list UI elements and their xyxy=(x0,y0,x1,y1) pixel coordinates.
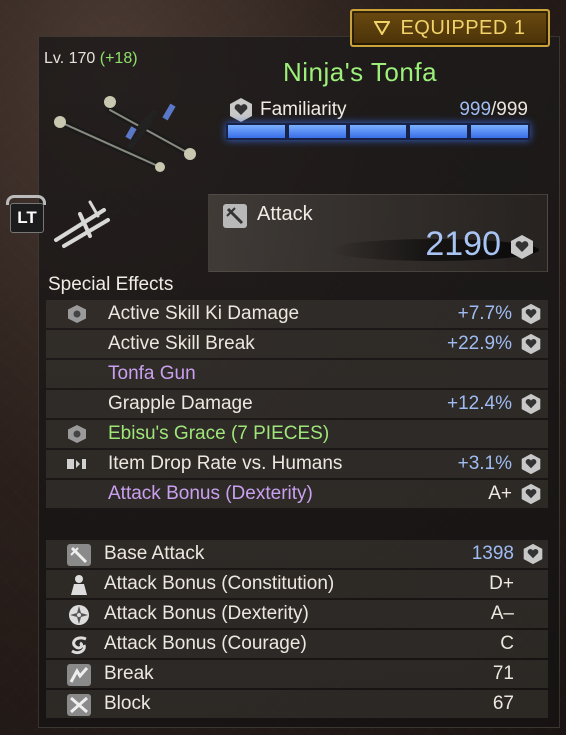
hexagon-icon xyxy=(66,424,88,444)
weapon-level: Lv. 170 (+18) xyxy=(44,50,138,68)
special-effect-row[interactable]: Active Skill Ki Damage +7.7% xyxy=(46,300,548,328)
mask-icon xyxy=(66,454,88,474)
break-icon xyxy=(66,663,92,687)
stat-row[interactable]: Attack Bonus (Courage) C xyxy=(46,630,548,658)
stat-row[interactable]: Base Attack 1398 xyxy=(46,540,548,568)
stat-value: 67 xyxy=(492,693,514,714)
attack-box: Attack 2190 xyxy=(208,194,548,272)
stat-label: Attack Bonus (Dexterity) xyxy=(104,603,309,624)
weapon-name: Ninja's Tonfa xyxy=(282,57,438,87)
familiarity-segment xyxy=(288,125,346,138)
special-effect-value: +22.9% xyxy=(447,333,512,354)
hexagon-icon xyxy=(66,304,88,324)
special-effect-value: A+ xyxy=(488,483,512,504)
level-bonus: (+18) xyxy=(99,50,138,67)
heart-badge-icon xyxy=(511,235,533,259)
special-effects-title: Special Effects xyxy=(48,274,174,295)
familiarity-row: Familiarity 999/999 xyxy=(228,96,528,124)
familiarity-segment xyxy=(410,125,468,138)
stat-label: Attack Bonus (Constitution) xyxy=(104,573,335,594)
familiarity-current: 999 xyxy=(459,99,492,120)
familiarity-segment xyxy=(228,125,285,138)
dropdown-triangle-icon xyxy=(374,21,391,35)
special-effect-label: Tonfa Gun xyxy=(108,363,196,384)
figure-icon xyxy=(66,573,92,597)
stat-row[interactable]: Block 67 xyxy=(46,690,548,718)
heart-badge-icon xyxy=(522,543,544,565)
special-effect-label: Attack Bonus (Dexterity) xyxy=(108,483,313,504)
familiarity-value: 999/999 xyxy=(459,99,528,121)
heart-badge-icon xyxy=(520,453,542,475)
stat-value: A– xyxy=(490,603,514,624)
special-effect-label: Item Drop Rate vs. Humans xyxy=(108,453,343,474)
stat-value: C xyxy=(500,633,514,654)
familiarity-label: Familiarity xyxy=(260,99,347,120)
special-effect-label: Active Skill Break xyxy=(108,333,255,354)
special-effect-row[interactable]: Grapple Damage +12.4% xyxy=(46,390,548,418)
heart-badge-icon xyxy=(520,393,542,415)
familiarity-segment xyxy=(471,125,528,138)
special-effect-row[interactable]: Tonfa Gun xyxy=(46,360,548,388)
block-icon xyxy=(66,693,92,717)
heart-badge-icon xyxy=(230,98,252,122)
stat-label: Break xyxy=(104,663,154,684)
lt-button[interactable]: LT xyxy=(4,195,46,235)
special-effects-list: Active Skill Ki Damage +7.7% Active Skill … xyxy=(46,300,548,510)
stat-label: Attack Bonus (Courage) xyxy=(104,633,307,654)
stat-row[interactable]: Attack Bonus (Constitution) D+ xyxy=(46,570,548,598)
familiarity-bar xyxy=(226,123,530,140)
stat-label: Block xyxy=(104,693,151,714)
shuriken-icon xyxy=(66,603,92,627)
stat-value: 71 xyxy=(492,663,514,684)
stats-list: Base Attack 1398 Attack Bonus (Constitutio… xyxy=(46,540,548,720)
swirl-icon xyxy=(66,633,92,657)
special-effect-row[interactable]: Active Skill Break +22.9% xyxy=(46,330,548,358)
special-effect-row[interactable]: Ebisu's Grace (7 PIECES) xyxy=(46,420,548,448)
special-effect-value: +12.4% xyxy=(447,393,512,414)
attack-label: Attack xyxy=(257,203,313,225)
equipped-label: EQUIPPED 1 xyxy=(400,16,526,39)
stat-label: Base Attack xyxy=(104,543,205,564)
stat-value: 1398 xyxy=(471,543,514,564)
stat-value: D+ xyxy=(489,573,514,594)
stat-row[interactable]: Attack Bonus (Dexterity) A– xyxy=(46,600,548,628)
special-effect-label: Ebisu's Grace (7 PIECES) xyxy=(108,423,330,444)
special-effect-value: +7.7% xyxy=(457,303,512,324)
familiarity-segment xyxy=(349,125,407,138)
sword-icon xyxy=(66,543,92,567)
stat-row[interactable]: Break 71 xyxy=(46,660,548,688)
special-effect-label: Grapple Damage xyxy=(108,393,253,414)
heart-badge-icon xyxy=(520,333,542,355)
tonfa-weapon-icon xyxy=(54,96,196,172)
familiarity-max: 999 xyxy=(496,99,528,120)
level-text: Lv. 170 xyxy=(44,50,96,67)
special-effect-label: Active Skill Ki Damage xyxy=(108,303,300,324)
special-effect-row[interactable]: Item Drop Rate vs. Humans +3.1% xyxy=(46,450,548,478)
special-effect-row[interactable]: Attack Bonus (Dexterity) A+ xyxy=(46,480,548,508)
special-effect-value: +3.1% xyxy=(457,453,512,474)
lt-key-label: LT xyxy=(10,203,44,233)
weapon-swap-icon[interactable] xyxy=(50,196,114,252)
sword-badge-icon xyxy=(223,204,247,228)
equipped-badge[interactable]: EQUIPPED 1 xyxy=(350,9,550,47)
attack-value: 2190 xyxy=(425,225,501,263)
heart-badge-icon xyxy=(520,303,542,325)
heart-badge-icon xyxy=(520,483,542,505)
